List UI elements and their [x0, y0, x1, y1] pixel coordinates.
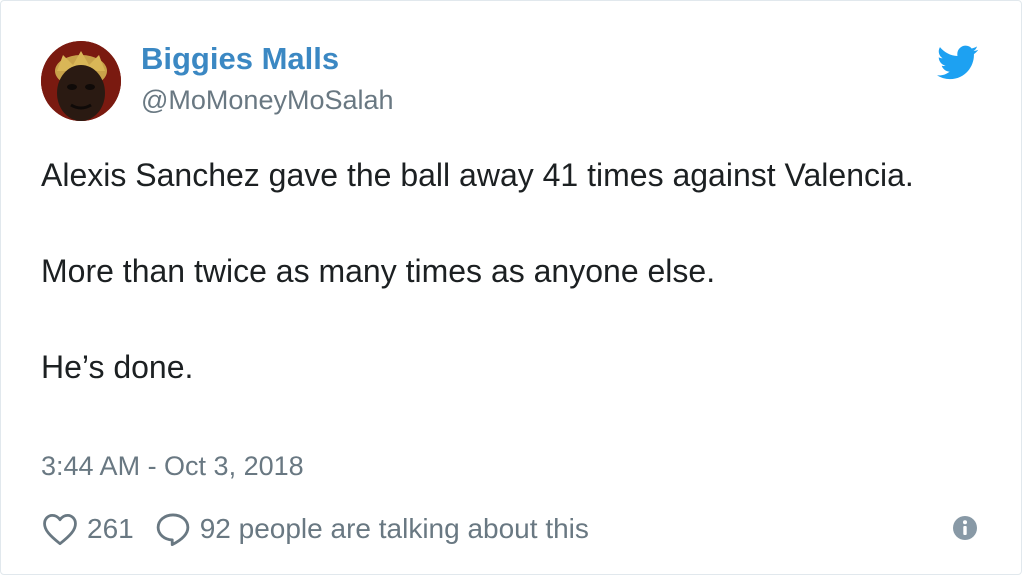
conversation-count: 92 people are talking about this [199, 513, 589, 544]
like-button[interactable]: 261 [41, 512, 154, 546]
tweet-paragraph: He’s done. [41, 349, 194, 385]
tweet-card[interactable]: Biggies Malls @MoMoneyMoSalah Alexis San… [0, 0, 1022, 575]
author-handle[interactable]: @MoMoneyMoSalah [141, 85, 394, 116]
avatar-image [41, 41, 121, 121]
like-count: 261 [87, 513, 134, 544]
info-icon[interactable] [952, 515, 978, 541]
tweet-text: Alexis Sanchez gave the ball away 41 tim… [41, 151, 941, 391]
tweet-actions: 261 92 people are talking about this [41, 509, 589, 549]
heart-icon [41, 512, 79, 546]
avatar[interactable] [41, 41, 121, 121]
tweet-paragraph: Alexis Sanchez gave the ball away 41 tim… [41, 157, 914, 193]
conversation-link[interactable]: 92 people are talking about this [154, 511, 589, 547]
tweet-paragraph: More than twice as many times as anyone … [41, 253, 716, 289]
tweet-timestamp[interactable]: 3:44 AM - Oct 3, 2018 [41, 451, 304, 482]
author-name[interactable]: Biggies Malls [141, 41, 339, 77]
twitter-bird-icon[interactable] [937, 45, 979, 81]
speech-bubble-icon [154, 511, 192, 547]
